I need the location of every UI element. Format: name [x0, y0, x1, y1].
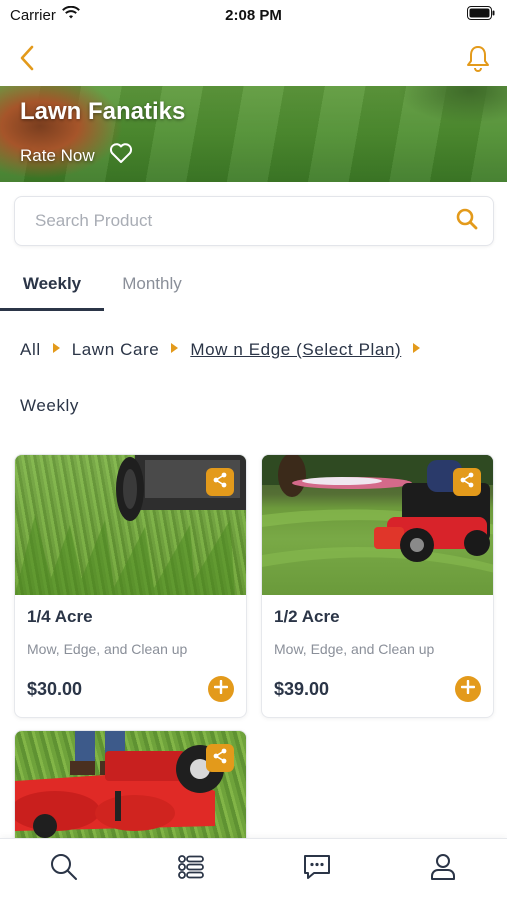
share-button[interactable] — [206, 468, 234, 496]
search-icon[interactable] — [455, 207, 479, 236]
product-card[interactable]: 1/2 Acre Mow, Edge, and Clean up $39.00 — [261, 454, 494, 718]
search-icon — [49, 852, 79, 887]
status-bar: Carrier 2:08 PM — [0, 0, 507, 30]
search-box — [14, 196, 494, 246]
product-description: Mow, Edge, and Clean up — [274, 641, 435, 657]
nav-messages[interactable] — [301, 853, 333, 885]
product-title: 1/2 Acre — [274, 607, 340, 626]
active-tab-indicator — [0, 308, 104, 311]
product-price: $39.00 — [274, 679, 330, 699]
caret-right-icon — [413, 343, 421, 353]
notification-button[interactable] — [463, 42, 493, 74]
add-button[interactable] — [455, 676, 481, 702]
heart-outline-icon — [109, 143, 133, 168]
business-title: Lawn Fanatiks — [20, 98, 186, 125]
wifi-icon — [61, 5, 80, 24]
caret-right-icon — [171, 343, 179, 353]
nav-search[interactable] — [48, 853, 80, 885]
favorite-button[interactable] — [109, 142, 133, 169]
search-input[interactable] — [35, 211, 455, 231]
breadcrumb-item-lawn-care[interactable]: Lawn Care — [72, 340, 160, 360]
battery-icon — [467, 6, 495, 24]
plus-icon — [213, 679, 229, 699]
carrier-label: Carrier — [10, 6, 56, 24]
back-button[interactable] — [14, 42, 42, 74]
share-button[interactable] — [206, 744, 234, 772]
share-icon — [211, 747, 229, 770]
product-image — [262, 455, 493, 595]
hero-banner: Lawn Fanatiks Rate Now — [0, 86, 507, 182]
tab-weekly[interactable]: Weekly — [0, 258, 104, 310]
add-button[interactable] — [208, 676, 234, 702]
plan-tabs: Weekly Monthly — [0, 258, 507, 312]
plus-icon — [460, 679, 476, 699]
breadcrumb-item-mow-n-edge[interactable]: Mow n Edge (Select Plan) — [190, 340, 401, 360]
user-icon — [428, 852, 458, 887]
share-button[interactable] — [453, 468, 481, 496]
product-image — [15, 455, 246, 595]
rate-now-link[interactable]: Rate Now — [20, 146, 95, 166]
product-title: 1/4 Acre — [27, 607, 93, 626]
status-left: Carrier — [10, 5, 80, 24]
chevron-left-icon — [14, 45, 42, 78]
rate-row: Rate Now — [20, 142, 133, 169]
product-description: Mow, Edge, and Clean up — [27, 641, 188, 657]
chat-icon — [302, 852, 332, 887]
bottom-nav — [0, 838, 507, 900]
product-card[interactable]: 1/4 Acre Mow, Edge, and Clean up $30.00 — [14, 454, 247, 718]
nav-bar — [0, 30, 507, 86]
breadcrumb-item-weekly: Weekly — [20, 396, 80, 415]
breadcrumb: All Lawn Care Mow n Edge (Select Plan) — [20, 340, 490, 360]
share-icon — [211, 471, 229, 494]
bell-icon — [463, 46, 493, 78]
breadcrumb-item-all[interactable]: All — [20, 340, 41, 360]
tab-monthly[interactable]: Monthly — [104, 258, 200, 310]
nav-list[interactable] — [175, 853, 207, 885]
nav-profile[interactable] — [427, 853, 459, 885]
caret-right-icon — [52, 343, 60, 353]
share-icon — [458, 471, 476, 494]
list-icon — [176, 852, 206, 887]
product-price: $30.00 — [27, 679, 83, 699]
